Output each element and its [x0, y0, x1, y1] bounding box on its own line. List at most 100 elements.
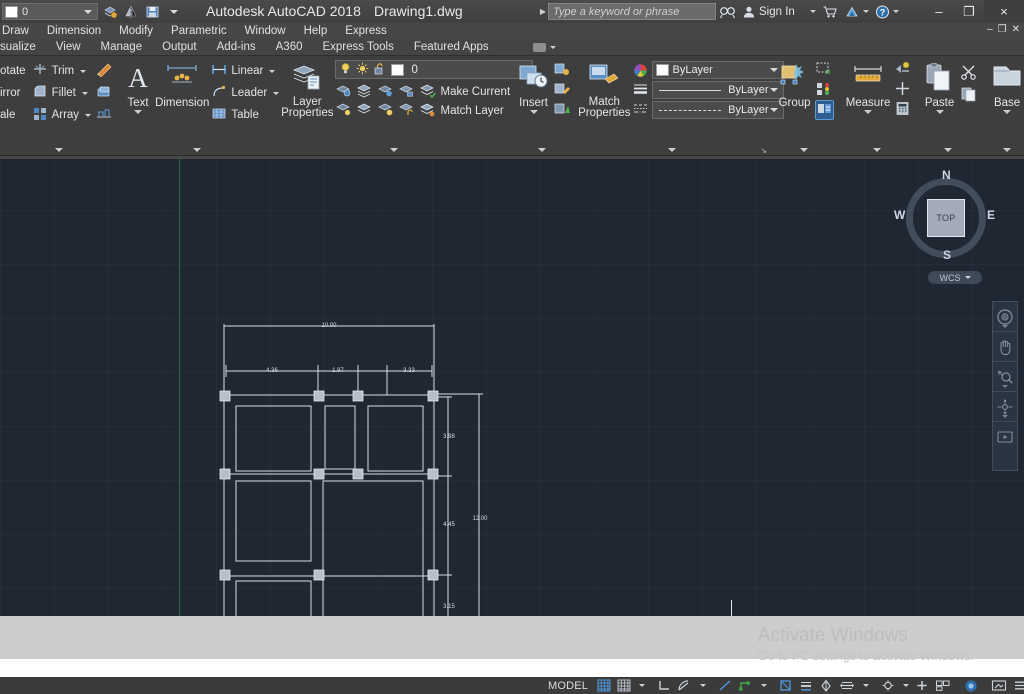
- ribbon-tab-a360[interactable]: A360: [266, 39, 313, 56]
- ribbon-tab-view[interactable]: View: [46, 39, 91, 56]
- help-chevron-down-icon[interactable]: [892, 10, 899, 13]
- customization-button[interactable]: [1010, 677, 1024, 694]
- a360-chevron-down-icon[interactable]: [862, 10, 869, 13]
- erase-command[interactable]: [95, 82, 113, 104]
- transparency-toggle[interactable]: [816, 677, 836, 694]
- object-snap-tracking-toggle[interactable]: [735, 677, 756, 694]
- menu-item-window[interactable]: Window: [236, 23, 295, 39]
- sign-in-button[interactable]: Sign In: [739, 2, 819, 21]
- search-button[interactable]: [716, 2, 739, 21]
- fillet-chevron-down-icon[interactable]: [81, 91, 88, 95]
- zoom-extents-button[interactable]: [993, 362, 1017, 392]
- autodesk-a360-button[interactable]: [841, 2, 872, 21]
- chevron-down-icon[interactable]: [84, 9, 92, 14]
- edit-block-command[interactable]: [553, 80, 571, 100]
- showmotion-button[interactable]: [993, 422, 1017, 452]
- compass-east-label[interactable]: E: [987, 208, 995, 222]
- insert-block-command[interactable]: Insert: [514, 60, 553, 114]
- view-cube-top-face[interactable]: TOP: [927, 199, 965, 237]
- selection-cycling-toggle[interactable]: [836, 677, 858, 694]
- menu-item-modify[interactable]: Modify: [110, 23, 162, 39]
- annotation-scale-dropdown[interactable]: [898, 677, 912, 694]
- layer-unlock-all-icon[interactable]: [398, 102, 415, 120]
- explode-command[interactable]: [95, 60, 113, 82]
- snap-mode-dropdown[interactable]: [634, 677, 648, 694]
- clean-screen-button[interactable]: [988, 677, 1010, 694]
- array-chevron-down-icon[interactable]: [85, 113, 92, 117]
- ribbon-tab-addins[interactable]: Add-ins: [207, 39, 266, 56]
- properties-dialog-launcher-icon[interactable]: ↘: [760, 146, 767, 155]
- measure-chevron-down-icon[interactable]: [864, 110, 873, 114]
- text-chevron-down-icon[interactable]: [134, 110, 143, 114]
- sign-in-chevron-down-icon[interactable]: [809, 10, 816, 13]
- view-cube[interactable]: TOP N E S W: [894, 168, 995, 266]
- layer-turn-all-on-icon[interactable]: [377, 102, 394, 120]
- qat-save-icon[interactable]: [142, 2, 163, 21]
- group-command[interactable]: Group: [774, 60, 815, 109]
- qat-layer-previous-icon[interactable]: [100, 2, 121, 21]
- block-attributes-command[interactable]: [553, 100, 571, 120]
- layer-unisolate-icon[interactable]: [335, 102, 352, 120]
- qat-mirror-icon[interactable]: [121, 2, 142, 21]
- pan-button[interactable]: [993, 332, 1017, 362]
- autodesk-store-button[interactable]: [819, 2, 841, 21]
- menu-item-help[interactable]: Help: [295, 23, 337, 39]
- infocenter-expand-icon[interactable]: ▶: [538, 3, 548, 20]
- ribbon-tab-output[interactable]: Output: [152, 39, 207, 56]
- snap-mode-toggle[interactable]: [614, 677, 634, 694]
- calculator-command[interactable]: [894, 100, 911, 120]
- ucs-chevron-down-icon[interactable]: [964, 276, 971, 279]
- steering-wheel-button[interactable]: [993, 302, 1017, 332]
- grid-display-toggle[interactable]: [594, 677, 614, 694]
- ribbon-state-chevron-down-icon[interactable]: [549, 45, 556, 49]
- document-restore-button[interactable]: ❐: [998, 24, 1007, 35]
- polar-tracking-dropdown[interactable]: [695, 677, 709, 694]
- layer-properties-command[interactable]: Layer Properties: [281, 60, 333, 119]
- qat-customize-icon[interactable]: [163, 2, 184, 21]
- add-scale-button[interactable]: [912, 677, 932, 694]
- linear-dimension-command[interactable]: Linear: [211, 60, 279, 82]
- trim-chevron-down-icon[interactable]: [80, 69, 87, 73]
- match-layer-icon[interactable]: [419, 102, 436, 120]
- match-properties-command[interactable]: Match Properties: [578, 60, 630, 119]
- navigation-bar[interactable]: [992, 301, 1018, 471]
- cut-command[interactable]: [960, 62, 977, 84]
- ribbon-minimize-button[interactable]: [532, 42, 556, 52]
- stretch-command[interactable]: [95, 104, 113, 126]
- properties-panel-expand[interactable]: ↘: [574, 144, 770, 156]
- point-command[interactable]: [894, 80, 911, 100]
- ribbon-tab-featured-apps[interactable]: Featured Apps: [404, 39, 499, 56]
- utilities-panel-expand[interactable]: [838, 144, 915, 156]
- block-panel-expand[interactable]: [510, 144, 574, 156]
- text-command[interactable]: A Text: [121, 60, 155, 114]
- layer-thaw-sun-icon[interactable]: [356, 62, 369, 78]
- steering-wheel-chevron-down-icon[interactable]: [1002, 325, 1008, 328]
- menu-item-draw[interactable]: Draw: [0, 23, 38, 39]
- fillet-command[interactable]: Fillet: [32, 82, 91, 104]
- command-line-input[interactable]: [0, 659, 1024, 677]
- insert-chevron-down-icon[interactable]: [529, 110, 538, 114]
- hardware-acceleration-toggle[interactable]: [960, 677, 982, 694]
- minimize-button[interactable]: –: [924, 0, 954, 23]
- create-block-command[interactable]: [553, 60, 570, 80]
- base-view-command[interactable]: Base: [985, 60, 1024, 114]
- model-space-tab[interactable]: MODEL: [548, 680, 588, 692]
- group-selection-on-command[interactable]: [815, 100, 835, 120]
- layer-freeze-icon[interactable]: [356, 83, 373, 101]
- array-command[interactable]: Array: [32, 104, 92, 126]
- orbit-button[interactable]: [993, 392, 1017, 422]
- lineweight-icon[interactable]: [632, 80, 649, 99]
- scale-command[interactable]: ale: [0, 104, 26, 126]
- ucs-selector[interactable]: WCS: [928, 271, 982, 284]
- layer-thaw-all-icon[interactable]: [356, 102, 373, 120]
- layer-lock-icon[interactable]: [398, 83, 415, 101]
- ribbon-tab-visualize[interactable]: sualize: [0, 39, 46, 56]
- menu-item-parametric[interactable]: Parametric: [162, 23, 236, 39]
- help-button[interactable]: ?: [872, 2, 902, 21]
- group-edit-command[interactable]: [815, 80, 834, 100]
- polar-tracking-toggle[interactable]: [674, 677, 695, 694]
- document-close-button[interactable]: ✕: [1012, 24, 1020, 35]
- object-color-icon[interactable]: [632, 61, 649, 80]
- ribbon-tab-express-tools[interactable]: Express Tools: [312, 39, 403, 56]
- linetype-icon[interactable]: [632, 99, 649, 118]
